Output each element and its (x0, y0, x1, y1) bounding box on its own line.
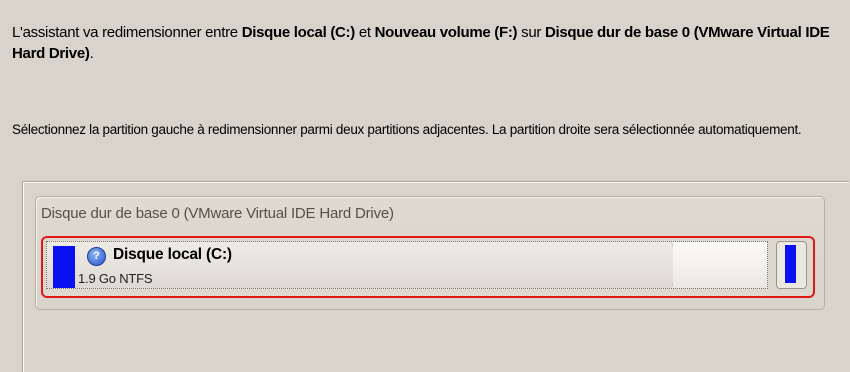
disk-title: Disque dur de base 0 (VMware Virtual IDE… (41, 205, 394, 222)
partition-name: Disque local (C:) (113, 246, 232, 263)
intro-text: L'assistant va redimensionner entre Disq… (12, 22, 838, 64)
partition-disque-local-c[interactable]: ? Disque local (C:) 1.9 Go NTFS (46, 241, 768, 289)
help-icon: ? (87, 247, 106, 266)
intro-suffix: . (89, 45, 94, 62)
partition-info: 1.9 Go NTFS (78, 271, 153, 286)
intro-prefix: L'assistant va redimensionner entre (12, 24, 242, 41)
intro-partition-left: Disque local (C:) (241, 24, 356, 41)
intro-middle: et (354, 24, 375, 41)
disk-group: Disque dur de base 0 (VMware Virtual IDE… (35, 196, 825, 310)
partition-color-bar (785, 245, 796, 283)
instruction-text: Sélectionnez la partition gauche à redim… (12, 122, 802, 137)
partition-free-space (673, 242, 767, 288)
intro-on: sur (517, 24, 545, 41)
partition-nouveau-volume-f[interactable] (776, 241, 807, 289)
selected-partitions-frame[interactable]: ? Disque local (C:) 1.9 Go NTFS (41, 236, 815, 298)
intro-partition-right: Nouveau volume (F:) (374, 24, 518, 41)
partition-color-bar (53, 246, 75, 288)
partition-selector-panel: Disque dur de base 0 (VMware Virtual IDE… (22, 181, 849, 372)
